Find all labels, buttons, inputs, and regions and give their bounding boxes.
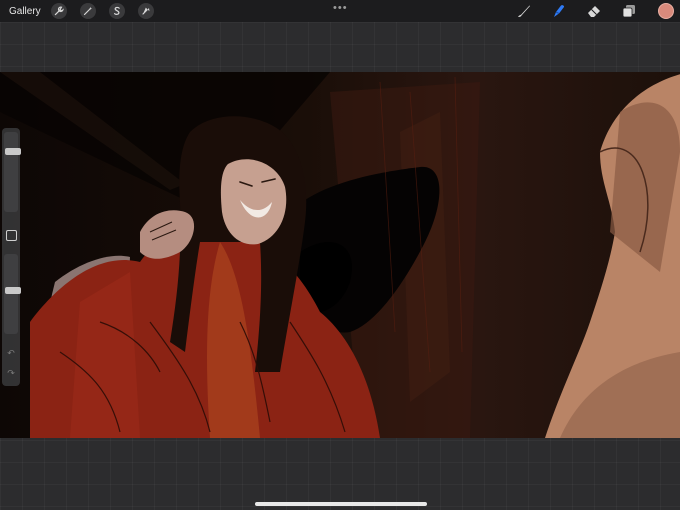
transform-arrow-icon — [142, 7, 150, 15]
artwork — [0, 72, 680, 438]
active-color-swatch[interactable] — [658, 3, 674, 19]
selection-s-icon — [113, 6, 120, 15]
opacity-thumb[interactable] — [5, 286, 21, 294]
brush-size-thumb[interactable] — [5, 148, 21, 156]
selection-button[interactable] — [108, 3, 125, 19]
layers-button[interactable] — [620, 2, 638, 20]
redo-button[interactable]: ↷ — [6, 368, 16, 378]
transform-button[interactable] — [137, 3, 154, 19]
actions-button[interactable] — [50, 3, 67, 19]
magic-wand-icon — [83, 6, 92, 16]
undo-button[interactable]: ↶ — [6, 348, 16, 358]
paint-brush-button[interactable] — [515, 2, 533, 20]
eraser-button[interactable] — [585, 2, 603, 20]
top-toolbar: Gallery ••• — [0, 0, 680, 22]
smudge-icon — [554, 5, 565, 17]
opacity-slider[interactable] — [4, 254, 21, 334]
smudge-button[interactable] — [550, 2, 568, 20]
modify-button[interactable] — [6, 230, 17, 241]
brush-icon — [518, 5, 530, 18]
tool-group — [498, 0, 680, 22]
home-indicator[interactable] — [255, 502, 427, 506]
wrench-icon — [54, 6, 64, 16]
adjustments-button[interactable] — [79, 3, 96, 19]
gallery-button[interactable]: Gallery — [9, 6, 41, 17]
eraser-icon — [588, 6, 600, 17]
layers-icon — [622, 5, 635, 18]
brush-size-slider[interactable] — [4, 132, 21, 212]
more-menu-handle[interactable]: ••• — [333, 2, 348, 14]
drawing-canvas[interactable] — [0, 72, 680, 438]
left-sidebar: ↶ ↷ — [2, 128, 21, 386]
